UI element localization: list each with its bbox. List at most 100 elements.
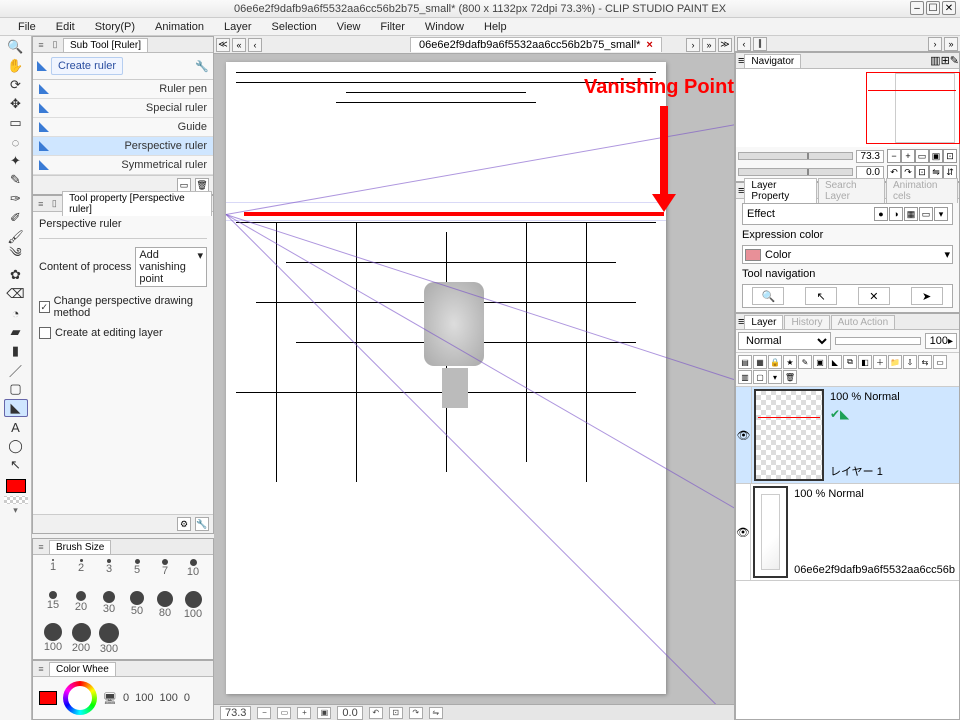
text-icon[interactable]: A [4, 418, 28, 436]
frame-icon[interactable]: ▢ [4, 380, 28, 398]
brush-size-cell[interactable]: 10 [179, 559, 207, 591]
menu-animation[interactable]: Animation [145, 19, 214, 35]
rotate-icon[interactable]: ⟳ [4, 76, 28, 94]
prev-tab-icon[interactable]: « [232, 38, 246, 52]
color-wheel-tab[interactable]: Color Whee [49, 662, 116, 676]
toolnav-ruler-icon[interactable]: ✕ [858, 287, 890, 305]
zoom-value[interactable]: 73.3 [220, 706, 251, 720]
history-tab[interactable]: History [784, 315, 829, 329]
blend-icon[interactable]: ◔ [4, 304, 28, 322]
layer-row[interactable]: 👁100 % Normal✔◣レイヤー 1 [736, 387, 959, 484]
navigator-thumbnail[interactable] [736, 69, 959, 147]
effect-border-icon[interactable]: ● [874, 207, 888, 221]
maximize-icon[interactable]: ☐ [926, 1, 940, 15]
new-folder-icon[interactable]: 📁 [888, 355, 902, 369]
nav-rotate-cw-icon[interactable]: ↷ [901, 165, 915, 179]
opacity-value[interactable]: 100 [930, 335, 948, 347]
brush-size-cell[interactable]: 100 [179, 591, 207, 623]
subtool-group-label[interactable]: Create ruler [51, 57, 123, 75]
panel-pin-icon[interactable]: ▯ [49, 198, 61, 210]
foreground-swatch[interactable] [6, 479, 26, 493]
layer-name[interactable]: レイヤー 1 [830, 463, 955, 479]
rotate-cw-icon[interactable]: ↷ [409, 707, 423, 719]
nav-zoom-value[interactable]: 73.3 [856, 150, 884, 163]
zoom-actual-icon[interactable]: ▣ [317, 707, 331, 719]
right-next2-icon[interactable]: » [944, 37, 958, 51]
line-icon[interactable]: ／ [4, 361, 28, 379]
tool-property-tab[interactable]: Tool property [Perspective ruler] [62, 191, 212, 216]
menu-filter[interactable]: Filter [370, 19, 414, 35]
nav-rotate-reset-icon[interactable]: ⊡ [915, 165, 929, 179]
color-swatch[interactable] [39, 691, 57, 705]
prev-group-icon[interactable]: ≪ [216, 38, 230, 52]
animation-cels-tab[interactable]: Animation cels [886, 178, 958, 203]
transparent-swatch[interactable] [4, 496, 28, 504]
expression-color-select[interactable]: Color ▾ [742, 245, 953, 264]
wrench-icon[interactable]: 🔧 [195, 60, 209, 73]
rotate-reset-icon[interactable]: ⊡ [389, 707, 403, 719]
magnifier-icon[interactable]: 🔍 [4, 38, 28, 56]
lock-icon[interactable]: 🔒 [768, 355, 782, 369]
nav-rotate-ccw-icon[interactable]: ↶ [887, 165, 901, 179]
strip-collapse-icon[interactable]: ▾ [13, 505, 18, 516]
nav-zoom-fit-icon[interactable]: ▭ [915, 149, 929, 163]
canvas[interactable] [226, 62, 666, 694]
visibility-icon[interactable]: 👁 [736, 387, 752, 483]
fill-icon[interactable]: ▰ [4, 323, 28, 341]
layer-thumbnail[interactable] [754, 389, 824, 481]
blend-mode-select[interactable]: Normal [738, 332, 831, 350]
layermore-icon[interactable]: ▾ [768, 370, 782, 384]
effect-color-icon[interactable]: ▭ [919, 207, 933, 221]
rotate-ccw-icon[interactable]: ↶ [369, 707, 383, 719]
menu-window[interactable]: Window [415, 19, 474, 35]
brush-size-cell[interactable]: 50 [123, 591, 151, 623]
canvas-viewport[interactable]: Vanishing Point [214, 54, 734, 704]
brush-size-cell[interactable]: 1 [39, 559, 67, 591]
transfer-icon[interactable]: ⇆ [918, 355, 932, 369]
navigator-opt3-icon[interactable]: ✎ [950, 54, 959, 67]
layer-thumbnail[interactable] [753, 486, 788, 578]
eyedropper-icon[interactable]: ✎ [4, 171, 28, 189]
close-icon[interactable]: ✕ [942, 1, 956, 15]
nav-flip-v-icon[interactable]: ⇵ [943, 165, 957, 179]
panel-pin-icon[interactable]: ▯ [49, 39, 61, 51]
ruler-layer-icon[interactable]: ◣ [828, 355, 842, 369]
subtool-item[interactable]: Perspective ruler [33, 137, 213, 156]
nav-flip-h-icon[interactable]: ⇋ [929, 165, 943, 179]
airbrush-icon[interactable]: ༄ [4, 247, 28, 265]
gradient-icon[interactable]: ▮ [4, 342, 28, 360]
nav-zoom-opt-icon[interactable]: ⊡ [943, 149, 957, 163]
layer-name[interactable]: 06e6e2f9dafb9a6f5532aa6cc56b [794, 564, 955, 576]
layer-tab[interactable]: Layer [744, 315, 783, 329]
correction-icon[interactable]: ↖ [4, 456, 28, 474]
register-preset-icon[interactable]: ⚙ [177, 517, 191, 531]
toolnav-point-icon[interactable]: ➤ [911, 287, 943, 305]
ruler-icon[interactable]: ◣ [4, 399, 28, 417]
pencil-icon[interactable]: ✐ [4, 209, 28, 227]
panel-menu-icon[interactable]: ≡ [35, 663, 47, 675]
brush-size-cell[interactable]: 80 [151, 591, 179, 623]
zoom-in-icon[interactable]: + [297, 707, 311, 719]
lock-transparent-icon[interactable]: ▦ [753, 355, 767, 369]
effect-tone-icon[interactable]: ◑ [889, 207, 903, 221]
brush-size-cell[interactable]: 300 [95, 623, 123, 655]
menu-layer[interactable]: Layer [214, 19, 262, 35]
next-group-icon[interactable]: ≫ [718, 38, 732, 52]
prev-icon[interactable]: ‹ [248, 38, 262, 52]
merge-icon[interactable]: ⇩ [903, 355, 917, 369]
angle-slider[interactable] [738, 168, 853, 176]
subtool-item[interactable]: Special ruler [33, 99, 213, 118]
flip-h-icon[interactable]: ⇋ [429, 707, 443, 719]
panel-menu-icon[interactable]: ≡ [35, 39, 47, 51]
brush-size-cell[interactable]: 15 [39, 591, 67, 623]
mask-icon[interactable]: ▣ [813, 355, 827, 369]
brush-size-cell[interactable]: 5 [123, 559, 151, 591]
nav-angle-value[interactable]: 0.0 [856, 166, 884, 179]
menu-file[interactable]: File [8, 19, 46, 35]
brush-size-cell[interactable]: 3 [95, 559, 123, 591]
toolnav-zoom-icon[interactable]: 🔍 [752, 287, 784, 305]
effect-more-icon[interactable]: ▾ [934, 207, 948, 221]
menu-edit[interactable]: Edit [46, 19, 85, 35]
panel-menu-icon[interactable]: ≡ [35, 198, 47, 210]
subtool-item[interactable]: Ruler pen [33, 80, 213, 99]
